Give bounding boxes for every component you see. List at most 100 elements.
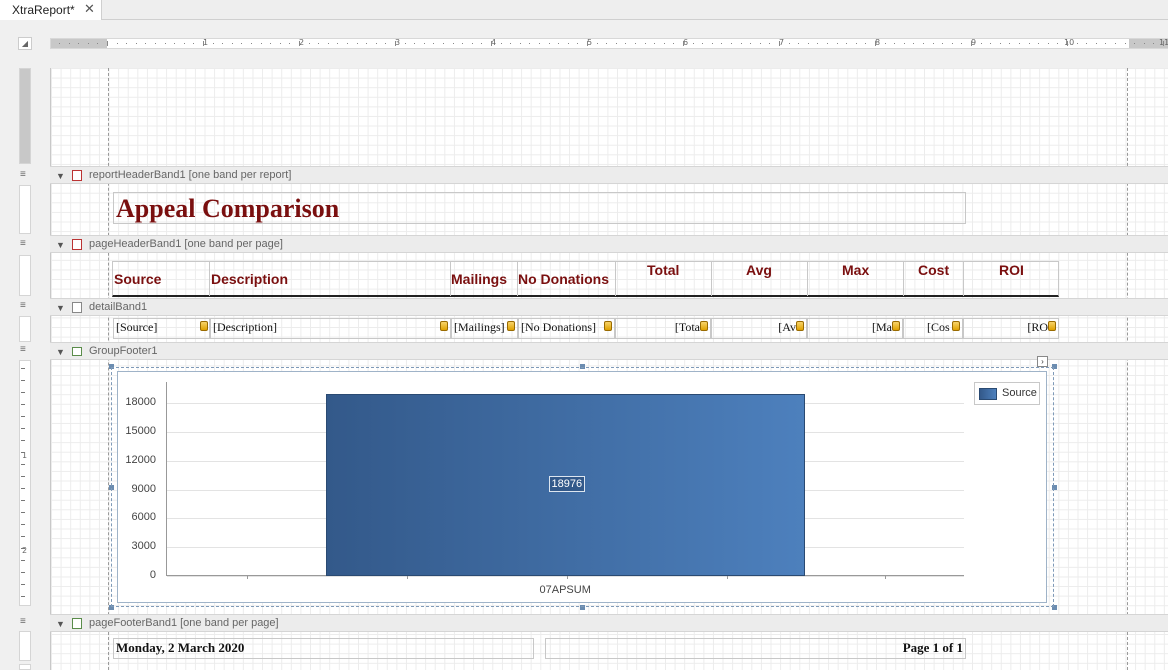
smart-tag-icon[interactable]: › bbox=[1037, 356, 1048, 367]
x-axis-tick bbox=[407, 576, 408, 579]
ruler-tick bbox=[1047, 43, 1049, 44]
database-field-icon bbox=[700, 321, 708, 331]
detail-cell-source[interactable]: [Source] bbox=[113, 318, 210, 339]
band-caption-detail[interactable]: ▼ detailBand1 bbox=[50, 298, 1168, 316]
ruler-tick bbox=[644, 43, 646, 44]
ruler-tick bbox=[327, 43, 329, 44]
ruler-tick bbox=[1115, 43, 1116, 44]
close-tab-icon[interactable]: ✕ bbox=[84, 1, 95, 17]
ruler-tick bbox=[596, 43, 598, 44]
vruler-tick bbox=[21, 548, 25, 549]
ruler-number: 10 bbox=[1064, 38, 1075, 47]
header-cell-total[interactable]: Total bbox=[647, 262, 679, 278]
vruler-tick bbox=[21, 512, 25, 513]
vruler-tick bbox=[21, 596, 25, 597]
x-axis-tick bbox=[567, 576, 568, 579]
vertical-ruler[interactable]: 1 2 bbox=[18, 68, 32, 670]
collapse-icon[interactable]: ▼ bbox=[56, 240, 65, 250]
header-cell-roi[interactable]: ROI bbox=[999, 262, 1024, 278]
collapse-icon[interactable]: ▼ bbox=[56, 619, 65, 629]
database-field-icon bbox=[200, 321, 208, 331]
header-cell-max[interactable]: Max bbox=[842, 262, 869, 278]
ruler-tick bbox=[443, 43, 444, 44]
footer-page-info[interactable]: Page 1 of 1 bbox=[545, 638, 966, 659]
ruler-tick bbox=[68, 43, 70, 44]
y-tick-label: 6000 bbox=[131, 511, 156, 524]
detail-cell-total[interactable]: [Tota bbox=[615, 318, 711, 339]
ruler-tick bbox=[193, 43, 195, 44]
detail-cell-description[interactable]: [Description] bbox=[210, 318, 451, 339]
ruler-tick bbox=[1067, 41, 1068, 46]
header-cell-cost[interactable]: Cost bbox=[918, 262, 949, 278]
ruler-tick bbox=[452, 43, 454, 44]
band-handle-icon[interactable]: ≡ bbox=[20, 616, 26, 627]
ruler-tick bbox=[971, 41, 972, 46]
ruler-tick bbox=[385, 43, 387, 44]
ruler-tick bbox=[836, 43, 838, 44]
band-caption-report-header[interactable]: ▼ reportHeaderBand1 [one band per report… bbox=[50, 166, 1168, 184]
collapse-icon[interactable]: ▼ bbox=[56, 171, 65, 181]
chart-legend[interactable]: Source bbox=[974, 382, 1040, 405]
band-handle-icon[interactable]: ≡ bbox=[20, 169, 26, 180]
field-roi: [RO bbox=[1027, 320, 1048, 334]
ruler-tick bbox=[308, 43, 310, 44]
band-handle-icon[interactable]: ≡ bbox=[20, 238, 26, 249]
collapse-icon[interactable]: ▼ bbox=[56, 303, 65, 313]
ruler-tick bbox=[798, 43, 800, 44]
report-title[interactable]: Appeal Comparison bbox=[113, 192, 966, 224]
ruler-tick bbox=[711, 43, 713, 44]
vruler-segment bbox=[19, 316, 31, 342]
ruler-tick bbox=[116, 43, 118, 44]
detail-cell-max[interactable]: [Ma bbox=[807, 318, 903, 339]
ruler-tick bbox=[1086, 43, 1088, 44]
band-caption-label: detailBand1 bbox=[89, 301, 148, 313]
x-tick-label: 07APSUM bbox=[539, 584, 591, 596]
tab-xtrareport[interactable]: XtraReport* ✕ bbox=[0, 0, 102, 20]
ruler-tick bbox=[923, 43, 924, 44]
detail-cell-no-donations[interactable]: [No Donations] bbox=[518, 318, 615, 339]
ruler-tick bbox=[558, 43, 560, 44]
vruler-tick bbox=[21, 524, 25, 525]
ruler-tick bbox=[222, 43, 224, 44]
band-handle-icon[interactable]: ≡ bbox=[20, 344, 26, 355]
y-tick-label: 3000 bbox=[131, 540, 156, 553]
ruler-corner-icon[interactable]: ◢ bbox=[18, 37, 32, 50]
header-cell-avg[interactable]: Avg bbox=[746, 262, 772, 278]
header-cell-source[interactable]: Source bbox=[114, 271, 161, 287]
vruler-tick bbox=[21, 368, 25, 369]
band-caption-page-header[interactable]: ▼ pageHeaderBand1 [one band per page] bbox=[50, 235, 1168, 253]
ruler-tick bbox=[951, 43, 953, 44]
ruler-tick bbox=[1028, 43, 1030, 44]
ruler-tick bbox=[433, 43, 435, 44]
ruler-tick bbox=[721, 43, 723, 44]
ruler-tick bbox=[1095, 43, 1097, 44]
database-field-icon bbox=[604, 321, 612, 331]
x-axis-tick bbox=[247, 576, 248, 579]
header-cell-description[interactable]: Description bbox=[211, 271, 288, 287]
vruler-tick bbox=[21, 476, 25, 477]
detail-cell-roi[interactable]: [RO bbox=[963, 318, 1059, 339]
y-tick-label: 12000 bbox=[125, 453, 156, 466]
chart-control[interactable]: 0 3000 6000 9000 12000 15000 18000 18976 07APS… bbox=[117, 371, 1047, 603]
header-cell-mailings[interactable]: Mailings bbox=[451, 271, 507, 287]
footer-date-field[interactable]: Monday, 2 March 2020 bbox=[113, 638, 534, 659]
ruler-tick bbox=[231, 43, 233, 44]
page-header-band-icon bbox=[72, 239, 82, 250]
ruler-tick bbox=[87, 43, 89, 44]
group-footer-band-icon bbox=[72, 347, 82, 356]
ruler-tick bbox=[961, 43, 963, 44]
band-caption-page-footer[interactable]: ▼ pageFooterBand1 [one band per page] bbox=[50, 614, 1168, 632]
header-cell-no-donations[interactable]: No Donations bbox=[518, 271, 609, 287]
ruler-tick bbox=[1134, 43, 1136, 44]
ruler-tick bbox=[510, 43, 512, 44]
detail-cell-avg[interactable]: [Av bbox=[711, 318, 807, 339]
band-handle-icon[interactable]: ≡ bbox=[20, 300, 26, 311]
horizontal-ruler[interactable]: 1 2 3 4 5 6 7 8 9 10 11 bbox=[50, 38, 1168, 49]
database-field-icon bbox=[507, 321, 515, 331]
collapse-icon[interactable]: ▼ bbox=[56, 347, 65, 357]
band-caption-group-footer[interactable]: ▼ GroupFooter1 bbox=[50, 342, 1168, 360]
ruler-tick bbox=[203, 41, 204, 46]
vruler-segment bbox=[19, 68, 31, 164]
ruler-tick bbox=[942, 43, 944, 44]
ruler-tick bbox=[750, 43, 752, 44]
